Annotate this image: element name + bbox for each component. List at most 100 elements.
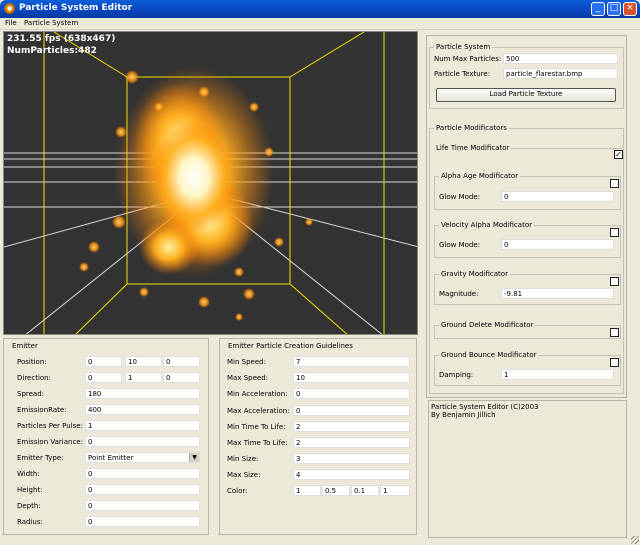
emission-variance-label: Emission Variance: — [17, 438, 83, 446]
min-acceleration-field[interactable]: 0 — [293, 388, 410, 399]
glow-mode-label: Glow Mode: — [439, 241, 481, 249]
scene-canvas — [4, 32, 417, 334]
minimize-button[interactable]: _ — [591, 2, 605, 16]
life-time-checkbox[interactable]: ✓ — [614, 150, 623, 159]
close-button[interactable]: × — [623, 2, 637, 16]
spread-field[interactable]: 180 — [85, 388, 200, 399]
guidelines-panel: Emitter Particle Creation Guidelines Min… — [219, 338, 417, 535]
velocity-alpha-checkbox[interactable] — [610, 228, 619, 237]
maximize-button[interactable]: □ — [607, 2, 621, 16]
height-label: Height: — [17, 486, 43, 494]
particle-cloud — [79, 67, 313, 321]
height-field[interactable]: 0 — [85, 484, 200, 495]
emission-variance-field[interactable]: 0 — [85, 436, 200, 447]
velocity-glow-mode-field[interactable]: 0 — [501, 239, 614, 250]
velocity-alpha-group: Velocity Alpha Modificator Glow Mode: 0 — [434, 221, 621, 258]
max-size-label: Max Size: — [227, 471, 261, 479]
magnitude-label: Magnitude: — [439, 290, 479, 298]
alpha-age-group: Alpha Age Modificator Glow Mode: 0 — [434, 172, 621, 210]
min-size-field[interactable]: 3 — [293, 453, 410, 464]
title-bar[interactable]: Particle System Editor _ □ × — [0, 0, 640, 18]
particle-flare-icon — [4, 3, 15, 14]
group-title: Particle System — [434, 43, 493, 51]
direction-label: Direction: — [17, 374, 51, 382]
direction-x-field[interactable]: 0 — [85, 372, 122, 383]
color-b-field[interactable]: 0.1 — [351, 485, 379, 496]
load-texture-button[interactable]: Load Particle Texture — [436, 88, 616, 102]
menu-file[interactable]: File — [5, 19, 17, 27]
min-speed-label: Min Speed: — [227, 358, 266, 366]
life-time-title: Life Time Modificator — [434, 144, 512, 152]
position-x-field[interactable]: 0 — [85, 356, 122, 367]
direction-z-field[interactable]: 0 — [163, 372, 200, 383]
max-acceleration-label: Max Acceleration: — [227, 407, 290, 415]
modificators-group: Particle Modificators Life Time Modifica… — [429, 124, 624, 394]
min-size-label: Min Size: — [227, 455, 259, 463]
spread-label: Spread: — [17, 390, 45, 398]
max-speed-field[interactable]: 10 — [293, 372, 410, 383]
min-ttl-label: Min Time To Life: — [227, 423, 286, 431]
alpha-glow-mode-field[interactable]: 0 — [501, 191, 614, 202]
min-speed-field[interactable]: 7 — [293, 356, 410, 367]
particle-texture-field[interactable]: particle_flarestar.bmp — [503, 68, 618, 79]
num-max-particles-label: Num Max Particles: — [434, 55, 502, 63]
color-a-field[interactable]: 1 — [380, 485, 410, 496]
resize-grip-icon[interactable] — [631, 536, 639, 544]
magnitude-field[interactable]: -9.81 — [501, 288, 614, 299]
radius-field[interactable]: 0 — [85, 516, 200, 527]
max-speed-label: Max Speed: — [227, 374, 268, 382]
group-title: Particle Modificators — [434, 124, 509, 132]
render-viewport[interactable]: 231.55 fps (638x467) NumParticles:482 — [3, 31, 418, 335]
ground-bounce-checkbox[interactable] — [610, 358, 619, 367]
min-ttl-field[interactable]: 2 — [293, 421, 410, 432]
emitter-type-select[interactable]: Point Emitter ▼ — [85, 452, 200, 463]
fps-readout: 231.55 fps (638x467) — [7, 34, 116, 44]
max-acceleration-field[interactable]: 0 — [293, 405, 410, 416]
depth-label: Depth: — [17, 502, 41, 510]
max-ttl-field[interactable]: 2 — [293, 437, 410, 448]
direction-y-field[interactable]: 1 — [125, 372, 162, 383]
velocity-alpha-title: Velocity Alpha Modificator — [439, 221, 534, 229]
particle-texture-label: Particle Texture: — [434, 70, 491, 78]
damping-label: Damping: — [439, 371, 474, 379]
glow-mode-label: Glow Mode: — [439, 193, 481, 201]
particles-per-pulse-field[interactable]: 1 — [85, 420, 200, 431]
gravity-title: Gravity Modificator — [439, 270, 510, 278]
emitter-type-value: Point Emitter — [88, 454, 134, 462]
damping-field[interactable]: 1 — [501, 369, 614, 380]
guidelines-group: Emitter Particle Creation Guidelines Min… — [222, 342, 414, 532]
max-size-field[interactable]: 4 — [293, 469, 410, 480]
emission-rate-field[interactable]: 400 — [85, 404, 200, 415]
color-r-field[interactable]: 1 — [293, 485, 321, 496]
alpha-age-title: Alpha Age Modificator — [439, 172, 521, 180]
gravity-checkbox[interactable] — [610, 277, 619, 286]
ground-delete-group: Ground Delete Modificator — [434, 321, 621, 339]
ground-delete-title: Ground Delete Modificator — [439, 321, 536, 329]
position-y-field[interactable]: 10 — [125, 356, 162, 367]
alpha-age-checkbox[interactable] — [610, 179, 619, 188]
position-label: Position: — [17, 358, 47, 366]
position-z-field[interactable]: 0 — [163, 356, 200, 367]
emitter-type-label: Emitter Type: — [17, 454, 64, 462]
life-time-group: Life Time Modificator ✓ — [434, 144, 623, 159]
color-label: Color: — [227, 487, 248, 495]
emitter-group: Emitter Position: 0 10 0 Direction: 0 1 … — [6, 342, 206, 532]
depth-field[interactable]: 0 — [85, 500, 200, 511]
ground-delete-checkbox[interactable] — [610, 328, 619, 337]
width-label: Width: — [17, 470, 40, 478]
num-max-particles-field[interactable]: 500 — [503, 53, 618, 64]
radius-label: Radius: — [17, 518, 43, 526]
width-field[interactable]: 0 — [85, 468, 200, 479]
group-title: Emitter Particle Creation Guidelines — [226, 342, 355, 350]
min-acceleration-label: Min Acceleration: — [227, 390, 288, 398]
ground-bounce-group: Ground Bounce Modificator Damping: 1 — [434, 351, 621, 386]
color-g-field[interactable]: 0.5 — [322, 485, 350, 496]
chevron-down-icon[interactable]: ▼ — [189, 453, 199, 462]
right-panel: Particle System Num Max Particles: 500 P… — [426, 35, 627, 398]
menu-particle-system[interactable]: Particle System — [24, 19, 78, 27]
gravity-group: Gravity Modificator Magnitude: -9.81 — [434, 270, 621, 305]
particle-system-group: Particle System Num Max Particles: 500 P… — [429, 43, 624, 109]
max-ttl-label: Max Time To Life: — [227, 439, 288, 447]
ground-bounce-title: Ground Bounce Modificator — [439, 351, 539, 359]
emitter-panel: Emitter Position: 0 10 0 Direction: 0 1 … — [3, 338, 209, 535]
